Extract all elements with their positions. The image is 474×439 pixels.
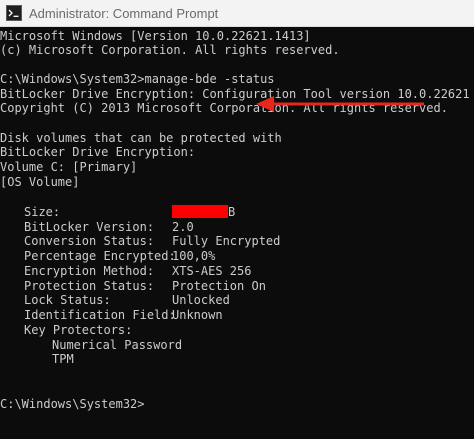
window-title: Administrator: Command Prompt [29,5,219,21]
field-label-encryption-method: Encryption Method: [24,264,155,278]
field-label-identification-field: Identification Field: [24,308,176,322]
title-bar[interactable]: Administrator: Command Prompt [0,0,474,27]
redaction-box [172,205,228,218]
field-value-encryption-method: XTS-AES 256 [172,264,252,278]
volumes-intro-line-2: BitLocker Drive Encryption: [0,145,196,159]
volumes-intro-line: Disk volumes that can be protected with [0,131,282,145]
field-label-lock-status: Lock Status: [24,293,111,307]
field-label-conversion-status: Conversion Status: [24,234,155,248]
cmd-icon [6,5,22,21]
size-value-tail: B [228,205,236,219]
command-line: C:\Windows\System32>manage-bde -status [0,72,275,86]
header-line-copyright: (c) Microsoft Corporation. All rights re… [0,43,340,57]
red-arrow-annotation [256,96,424,112]
volume-c-line: Volume C: [Primary] [0,160,138,174]
header-line-version: Microsoft Windows [Version 10.0.22621.14… [0,29,311,43]
field-label-percentage-encrypted: Percentage Encrypted: [24,249,176,263]
key-protector-item: Numerical Password [52,338,183,352]
key-protector-item: TPM [52,352,74,366]
os-volume-line: [OS Volume] [0,175,80,189]
command-prompt-window: Administrator: Command Prompt Microsoft … [0,0,474,439]
final-prompt: C:\Windows\System32> [0,397,145,411]
field-value-identification-field: Unknown [172,308,223,322]
field-value-lock-status: Unlocked [172,293,230,307]
field-value-protection-status: Protection On [172,279,266,293]
field-label-key-protectors: Key Protectors: [24,323,133,337]
field-value-conversion-status: Fully Encrypted [172,234,281,248]
field-value-percentage-encrypted: 100,0% [172,249,216,263]
field-value-bitlocker-version: 2.0 [172,220,194,234]
field-label-bitlocker-version: BitLocker Version: [24,220,155,234]
console-output[interactable]: Microsoft Windows [Version 10.0.22621.14… [0,27,474,439]
field-label-protection-status: Protection Status: [24,279,155,293]
field-label-size: Size: [24,205,61,219]
